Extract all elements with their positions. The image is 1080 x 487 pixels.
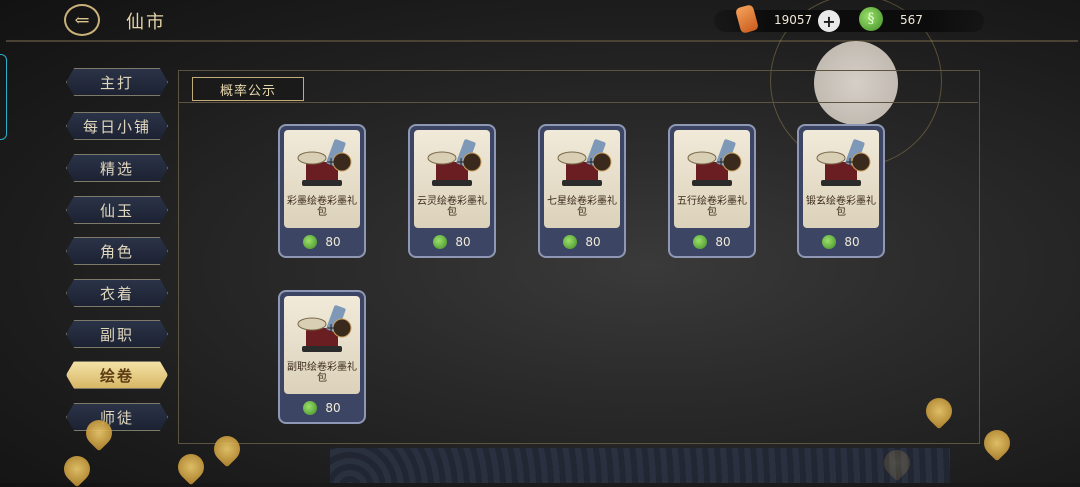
sidebar-item-label: 副职 bbox=[99, 325, 134, 344]
back-button[interactable]: ⇐ bbox=[64, 4, 100, 36]
card-face: + 副职绘卷彩墨礼包 bbox=[284, 296, 360, 394]
svg-text:+: + bbox=[586, 155, 596, 169]
lotus-decoration bbox=[172, 448, 210, 486]
jade-amount: 567 bbox=[900, 13, 923, 27]
item-card[interactable]: + 副职绘卷彩墨礼包 80 bbox=[278, 290, 366, 424]
scroll-bundle-icon: + bbox=[297, 139, 352, 186]
svg-text:+: + bbox=[845, 155, 855, 169]
card-face: + 锻玄绘卷彩墨礼包 bbox=[803, 130, 879, 228]
item-card[interactable]: + 锻玄绘卷彩墨礼包 80 bbox=[797, 124, 885, 258]
sidebar-item-label: 角色 bbox=[99, 242, 134, 261]
item-price: 80 bbox=[585, 235, 601, 249]
sidebar-item-scroll[interactable]: 绘卷 bbox=[66, 361, 168, 389]
scroll-bundle-icon: + bbox=[297, 305, 352, 352]
green-jade-icon: § bbox=[859, 7, 883, 31]
add-currency-button[interactable]: + bbox=[818, 10, 840, 32]
sidebar-item-label: 主打 bbox=[99, 73, 134, 92]
item-name: 锻玄绘卷彩墨礼包 bbox=[806, 196, 876, 218]
sidebar-item-mentor[interactable]: 师徒 bbox=[66, 403, 168, 431]
probability-label: 概率公示 bbox=[219, 83, 276, 99]
scroll-bundle-icon: + bbox=[816, 139, 871, 186]
item-price: 80 bbox=[455, 235, 471, 249]
sidebar-item-label: 每日小铺 bbox=[82, 117, 151, 136]
sidebar-item-outfit[interactable]: 衣着 bbox=[66, 279, 168, 307]
scroll-bundle-icon: + bbox=[557, 139, 612, 186]
back-arrow-icon: ⇐ bbox=[74, 9, 90, 31]
edge-handle[interactable] bbox=[0, 54, 7, 140]
sidebar-item-character[interactable]: 角色 bbox=[66, 237, 168, 265]
item-name: 五行绘卷彩墨礼包 bbox=[677, 196, 747, 218]
item-price: 80 bbox=[715, 235, 731, 249]
sidebar-item-label: 绘卷 bbox=[99, 366, 134, 385]
svg-text:+: + bbox=[326, 155, 336, 169]
sidebar-item-jade[interactable]: 仙玉 bbox=[66, 196, 168, 224]
card-face: + 五行绘卷彩墨礼包 bbox=[674, 130, 750, 228]
green-jade-icon bbox=[303, 401, 318, 415]
sidebar-item-label: 精选 bbox=[99, 159, 134, 178]
card-face: + 云灵绘卷彩墨礼包 bbox=[414, 130, 490, 228]
item-name: 副职绘卷彩墨礼包 bbox=[287, 362, 357, 384]
item-card[interactable]: + 云灵绘卷彩墨礼包 80 bbox=[408, 124, 496, 258]
green-jade-icon bbox=[563, 235, 578, 249]
item-price: 80 bbox=[325, 235, 341, 249]
green-jade-icon bbox=[303, 235, 318, 249]
price-bar: 80 bbox=[414, 232, 490, 252]
sidebar-item-sidejob[interactable]: 副职 bbox=[66, 320, 168, 348]
item-card[interactable]: + 五行绘卷彩墨礼包 80 bbox=[668, 124, 756, 258]
sidebar-item-main[interactable]: 主打 bbox=[66, 68, 168, 96]
scroll-bundle-icon: + bbox=[427, 139, 482, 186]
green-jade-icon bbox=[433, 235, 448, 249]
item-price: 80 bbox=[844, 235, 860, 249]
scroll-bundle-icon: + bbox=[687, 139, 742, 186]
svg-text:+: + bbox=[716, 155, 726, 169]
wave-pattern bbox=[330, 448, 950, 483]
item-name: 七星绘卷彩墨礼包 bbox=[547, 196, 617, 218]
panel-divider bbox=[178, 102, 978, 103]
item-card[interactable]: + 彩墨绘卷彩墨礼包 80 bbox=[278, 124, 366, 258]
item-price: 80 bbox=[325, 401, 341, 415]
card-face: + 七星绘卷彩墨礼包 bbox=[544, 130, 620, 228]
card-face: + 彩墨绘卷彩墨礼包 bbox=[284, 130, 360, 228]
price-bar: 80 bbox=[544, 232, 620, 252]
green-jade-icon bbox=[822, 235, 837, 249]
probability-button[interactable]: 概率公示 bbox=[192, 77, 304, 101]
green-jade-icon bbox=[693, 235, 708, 249]
item-name: 云灵绘卷彩墨礼包 bbox=[417, 196, 487, 218]
lotus-decoration bbox=[978, 424, 1016, 462]
item-card[interactable]: + 七星绘卷彩墨礼包 80 bbox=[538, 124, 626, 258]
sidebar-item-daily-shop[interactable]: 每日小铺 bbox=[66, 112, 168, 140]
svg-text:+: + bbox=[456, 155, 466, 169]
sidebar-item-label: 衣着 bbox=[99, 284, 134, 303]
crystal-amount: 19057 bbox=[774, 13, 813, 27]
sidebar-item-label: 仙玉 bbox=[99, 201, 134, 220]
price-bar: 80 bbox=[803, 232, 879, 252]
page-title: 仙市 bbox=[126, 12, 166, 33]
lotus-decoration bbox=[58, 450, 96, 487]
price-bar: 80 bbox=[284, 232, 360, 252]
price-bar: 80 bbox=[674, 232, 750, 252]
item-name: 彩墨绘卷彩墨礼包 bbox=[287, 196, 357, 218]
svg-text:+: + bbox=[326, 321, 336, 335]
sidebar-item-featured[interactable]: 精选 bbox=[66, 154, 168, 182]
price-bar: 80 bbox=[284, 398, 360, 418]
